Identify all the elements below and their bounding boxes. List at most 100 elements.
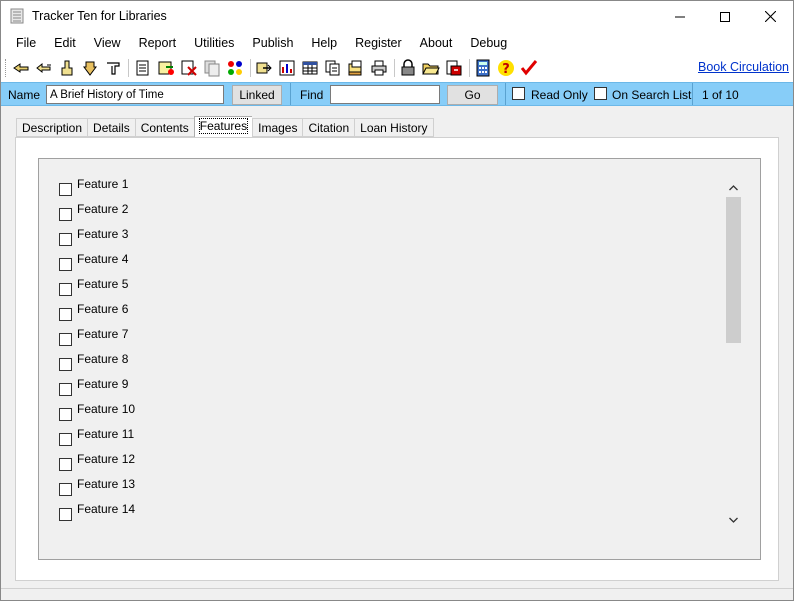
search-button[interactable] <box>255 59 273 77</box>
first-record-button[interactable] <box>12 59 30 77</box>
scroll-down-button[interactable] <box>725 511 742 528</box>
menu-debug[interactable]: Debug <box>461 32 516 54</box>
calculator-icon <box>476 59 490 77</box>
record-info-bar: Name Linked Find Go Read Only On Search … <box>1 82 793 106</box>
feature-checkbox[interactable] <box>59 432 72 446</box>
close-button[interactable] <box>747 1 793 32</box>
feature-row[interactable]: Feature 9 <box>59 377 128 396</box>
grid-button[interactable] <box>301 59 319 77</box>
record-position: 1 of 10 <box>702 88 739 102</box>
menu-file[interactable]: File <box>7 32 45 54</box>
feature-row[interactable]: Feature 2 <box>59 202 128 221</box>
feature-row[interactable]: Feature 11 <box>59 427 134 446</box>
feature-checkbox[interactable] <box>59 307 72 321</box>
tab-images[interactable]: Images <box>252 118 303 137</box>
feature-checkbox[interactable] <box>59 407 72 421</box>
name-input[interactable] <box>46 85 224 104</box>
menu-help[interactable]: Help <box>302 32 346 54</box>
feature-checkbox[interactable] <box>59 282 72 296</box>
feature-row[interactable]: Feature 1 <box>59 177 128 196</box>
copy-button[interactable] <box>203 59 221 77</box>
previous-record-button[interactable] <box>35 59 53 77</box>
find-input[interactable] <box>330 85 440 104</box>
feature-label: Feature 14 <box>77 502 136 516</box>
feature-row[interactable]: Feature 7 <box>59 327 128 346</box>
toolbar-grip[interactable] <box>5 59 8 77</box>
feature-row[interactable]: Feature 8 <box>59 352 128 371</box>
linked-button[interactable]: Linked <box>232 85 282 105</box>
print-button[interactable] <box>370 59 388 77</box>
scroll-up-button[interactable] <box>725 179 742 196</box>
last-record-button[interactable] <box>104 59 122 77</box>
minimize-button[interactable] <box>657 1 703 32</box>
color-icon <box>228 61 242 75</box>
feature-checkbox[interactable] <box>59 382 72 396</box>
feature-checkbox[interactable] <box>59 182 72 196</box>
feature-row[interactable]: Feature 3 <box>59 227 128 246</box>
feature-checkbox[interactable] <box>59 482 72 496</box>
feature-checkbox[interactable] <box>59 257 72 271</box>
feature-checkbox[interactable] <box>59 457 72 471</box>
tab-contents[interactable]: Contents <box>134 118 194 137</box>
export-button[interactable] <box>445 59 463 77</box>
next-record-button[interactable] <box>81 59 99 77</box>
feature-row[interactable]: Feature 10 <box>59 402 135 421</box>
on-search-list-checkbox[interactable] <box>594 87 607 100</box>
feature-row[interactable]: Feature 14 <box>59 502 136 521</box>
calculator-button[interactable] <box>474 59 492 77</box>
book-circulation-link[interactable]: Book Circulation <box>698 60 789 74</box>
menu-about[interactable]: About <box>411 32 462 54</box>
scrollbar-thumb[interactable] <box>726 197 741 343</box>
chart-icon <box>279 60 295 76</box>
tab-description[interactable]: Description <box>16 118 88 137</box>
feature-row[interactable]: Feature 6 <box>59 302 129 321</box>
export-icon <box>446 60 462 76</box>
feature-checkbox[interactable] <box>59 207 72 221</box>
feature-checkbox[interactable] <box>59 357 72 371</box>
edit-button[interactable] <box>134 59 152 77</box>
report-button[interactable] <box>347 59 365 77</box>
save-button[interactable] <box>157 59 175 77</box>
tab-label: Features <box>198 118 249 134</box>
read-only-checkbox[interactable] <box>512 87 525 100</box>
go-button[interactable]: Go <box>447 85 498 105</box>
chart-button[interactable] <box>278 59 296 77</box>
feature-checkbox[interactable] <box>59 507 72 521</box>
find-label: Find <box>300 88 324 102</box>
menu-report[interactable]: Report <box>130 32 186 54</box>
vertical-scrollbar[interactable] <box>725 179 742 528</box>
lock-button[interactable] <box>399 59 417 77</box>
pages-button[interactable] <box>324 59 342 77</box>
menu-view[interactable]: View <box>85 32 130 54</box>
menu-edit[interactable]: Edit <box>45 32 85 54</box>
tab-details[interactable]: Details <box>87 118 135 137</box>
spellcheck-button[interactable] <box>520 59 538 77</box>
add-record-button[interactable] <box>58 59 76 77</box>
tab-features[interactable]: Features <box>193 116 253 137</box>
help-button[interactable]: ? <box>497 59 515 77</box>
toolbar-separator <box>250 59 251 77</box>
feature-checkbox[interactable] <box>59 232 72 246</box>
feature-checkbox[interactable] <box>59 332 72 346</box>
edit-icon <box>136 60 149 76</box>
feature-label: Feature 6 <box>77 302 129 316</box>
maximize-button[interactable] <box>702 1 748 32</box>
folder-button[interactable] <box>422 59 440 77</box>
tab-loan-history[interactable]: Loan History <box>354 118 434 137</box>
menu-publish[interactable]: Publish <box>243 32 302 54</box>
feature-row[interactable]: Feature 5 <box>59 277 128 296</box>
infobar-separator <box>290 83 291 105</box>
tab-citation[interactable]: Citation <box>302 118 355 137</box>
save-icon <box>158 61 174 75</box>
help-icon: ? <box>498 60 514 77</box>
feature-row[interactable]: Feature 12 <box>59 452 135 471</box>
print-icon <box>371 60 387 76</box>
color-button[interactable] <box>226 59 244 77</box>
menu-utilities[interactable]: Utilities <box>185 32 243 54</box>
feature-row[interactable]: Feature 13 <box>59 477 135 496</box>
tab-label: Images <box>258 121 298 135</box>
menu-register[interactable]: Register <box>346 32 411 54</box>
toolbar-separator <box>128 59 129 77</box>
delete-button[interactable] <box>180 59 198 77</box>
feature-row[interactable]: Feature 4 <box>59 252 128 271</box>
